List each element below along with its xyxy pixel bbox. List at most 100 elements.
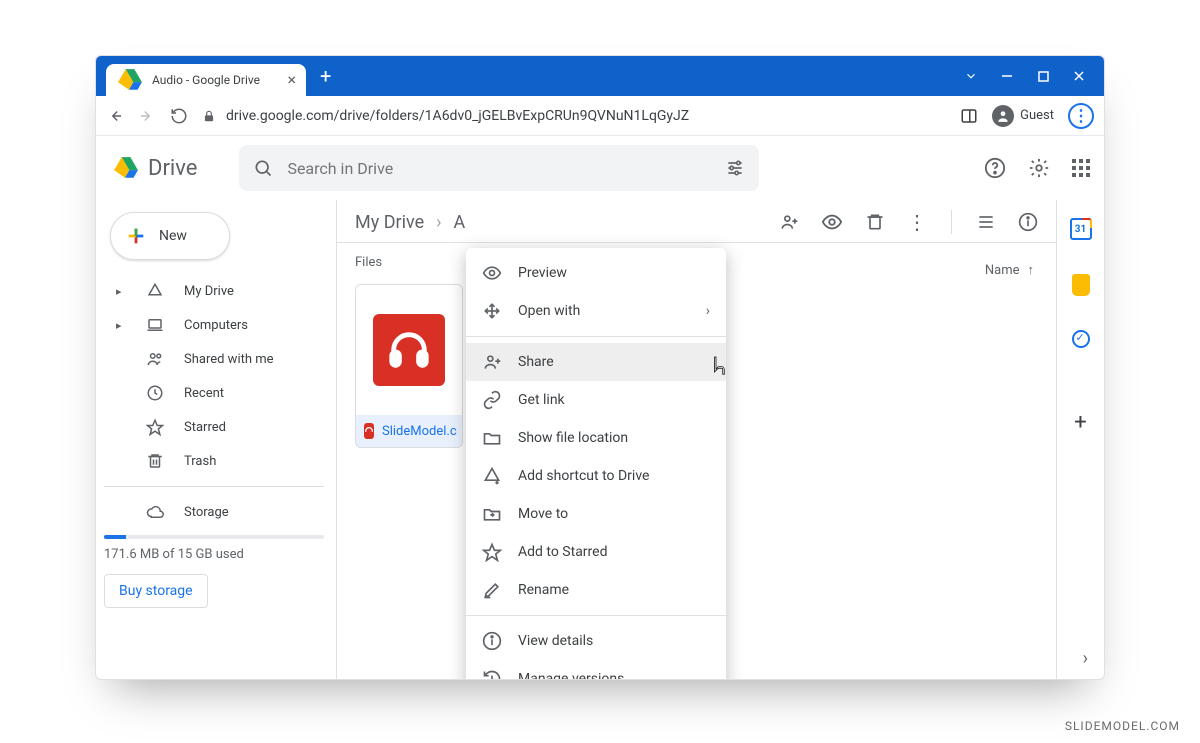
filter-icon[interactable]: [725, 158, 745, 178]
new-button-label: New: [159, 228, 187, 244]
eye-icon: [482, 263, 502, 283]
drive-shortcut-icon: [482, 466, 502, 486]
gear-icon[interactable]: [1028, 157, 1050, 179]
file-label-row: SlideModel.c: [356, 415, 462, 447]
sidebar-item-storage[interactable]: ▸Storage: [104, 495, 324, 529]
app-header: Drive: [96, 136, 1104, 200]
sidebar-item-shared[interactable]: ▸Shared with me: [104, 342, 324, 376]
breadcrumb-current[interactable]: A: [454, 212, 466, 233]
app-name: Drive: [148, 156, 197, 181]
back-icon[interactable]: [106, 107, 124, 125]
list-view-icon[interactable]: [976, 212, 996, 232]
keep-icon[interactable]: [1072, 274, 1090, 296]
search-input[interactable]: [285, 158, 713, 179]
sidebar-item-computers[interactable]: ▸Computers: [104, 308, 324, 342]
url-field[interactable]: drive.google.com/drive/folders/1A6dv0_jG…: [202, 108, 946, 124]
minimize-icon[interactable]: [1000, 69, 1014, 83]
sidebar-item-label: Shared with me: [184, 352, 274, 367]
browser-tab[interactable]: Audio - Google Drive ×: [106, 64, 306, 96]
ctx-manage-versions[interactable]: Manage versions: [466, 660, 726, 680]
storage-bar: [104, 535, 324, 539]
close-icon[interactable]: [1072, 69, 1086, 83]
search-box[interactable]: [239, 145, 759, 191]
ctx-add-starred[interactable]: Add to Starred: [466, 533, 726, 571]
share-person-icon[interactable]: [779, 212, 799, 232]
forward-icon[interactable]: [138, 107, 156, 125]
ctx-label: Add shortcut to Drive: [518, 468, 649, 484]
info-icon[interactable]: [1018, 212, 1038, 232]
file-thumb: [356, 285, 462, 415]
sidebar-item-starred[interactable]: ▸Starred: [104, 410, 324, 444]
sort-label: Name: [985, 263, 1020, 278]
trash-icon[interactable]: [865, 212, 885, 232]
audio-icon: [364, 423, 374, 439]
preview-eye-icon[interactable]: [821, 211, 843, 233]
panel-icon[interactable]: [960, 107, 978, 125]
apps-grid-icon[interactable]: [1072, 159, 1090, 177]
tab-close-icon[interactable]: ×: [287, 72, 296, 88]
trash-icon: [146, 452, 164, 470]
ctx-add-shortcut[interactable]: Add shortcut to Drive: [466, 457, 726, 495]
star-icon: [146, 418, 164, 436]
sidebar-item-trash[interactable]: ▸Trash: [104, 444, 324, 478]
help-icon[interactable]: [984, 157, 1006, 179]
ctx-view-details[interactable]: View details: [466, 622, 726, 660]
hide-rail-icon[interactable]: ›: [1083, 648, 1088, 669]
reload-icon[interactable]: [170, 107, 188, 125]
ctx-label: View details: [518, 633, 593, 649]
audio-icon: [373, 314, 445, 386]
url-bar: drive.google.com/drive/folders/1A6dv0_jG…: [96, 96, 1104, 136]
ctx-rename[interactable]: Rename: [466, 571, 726, 609]
sidebar-item-my-drive[interactable]: ▸My Drive: [104, 274, 324, 308]
ctx-preview[interactable]: Preview: [466, 254, 726, 292]
calendar-icon[interactable]: 31: [1070, 218, 1092, 240]
info-icon: [482, 631, 502, 651]
ctx-show-location[interactable]: Show file location: [466, 419, 726, 457]
buy-storage-button[interactable]: Buy storage: [104, 574, 208, 608]
url-text: drive.google.com/drive/folders/1A6dv0_jG…: [226, 108, 689, 124]
breadcrumb-root[interactable]: My Drive: [355, 212, 424, 233]
ctx-label: Share: [518, 354, 554, 370]
right-rail: 31 +: [1056, 200, 1104, 679]
ctx-label: Rename: [518, 582, 569, 598]
ctx-label: Open with: [518, 303, 580, 319]
tasks-icon[interactable]: [1072, 330, 1090, 348]
more-icon[interactable]: ⋮: [907, 210, 927, 234]
drive-folder-icon: [146, 282, 164, 300]
file-card[interactable]: SlideModel.c: [355, 284, 463, 448]
arrow-up-icon: ↑: [1028, 262, 1035, 278]
ctx-label: Manage versions: [518, 671, 624, 680]
sidebar-item-label: Computers: [184, 318, 248, 333]
ctx-label: Show file location: [518, 430, 628, 446]
sidebar-item-label: My Drive: [184, 284, 234, 299]
breadcrumb: My Drive › A: [355, 212, 465, 233]
ctx-get-link[interactable]: Get link: [466, 381, 726, 419]
ctx-label: Move to: [518, 506, 568, 522]
maximize-icon[interactable]: [1036, 69, 1050, 83]
cursor-icon: [710, 355, 728, 377]
chevron-right-icon: ›: [706, 303, 710, 319]
sidebar-item-recent[interactable]: ▸Recent: [104, 376, 324, 410]
open-with-icon: [482, 301, 502, 321]
new-tab-button[interactable]: +: [320, 64, 331, 88]
laptop-icon: [146, 316, 164, 334]
chrome-menu-icon[interactable]: ⋮: [1068, 103, 1094, 129]
ctx-move-to[interactable]: Move to: [466, 495, 726, 533]
drive-logo[interactable]: Drive: [112, 155, 197, 181]
share-person-icon: [482, 352, 502, 372]
ctx-label: Preview: [518, 265, 567, 281]
ctx-open-with[interactable]: Open with ›: [466, 292, 726, 330]
ctx-label: Get link: [518, 392, 565, 408]
context-menu: Preview Open with › Share Get link Show f…: [466, 248, 726, 680]
chevron-down-icon[interactable]: [964, 69, 978, 83]
ctx-share[interactable]: Share: [466, 343, 726, 381]
window-controls: [964, 69, 1104, 83]
profile-chip[interactable]: Guest: [992, 105, 1054, 127]
add-icon[interactable]: +: [1071, 412, 1091, 432]
sort-control[interactable]: Name ↑: [985, 262, 1034, 278]
clock-icon: [146, 384, 164, 402]
star-icon: [482, 542, 502, 562]
sidebar-item-label: Trash: [184, 454, 216, 469]
new-button[interactable]: New: [110, 212, 230, 260]
file-name: SlideModel.c: [382, 424, 457, 439]
